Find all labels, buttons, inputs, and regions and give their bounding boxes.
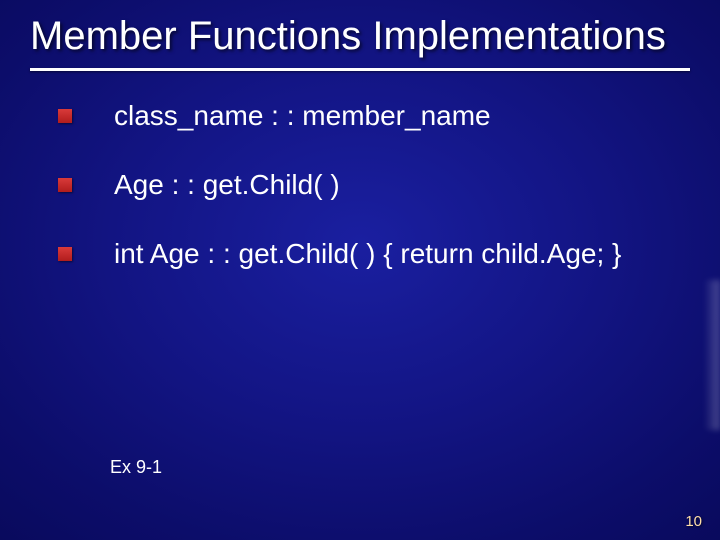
title-underline (30, 68, 690, 71)
bullet-item: Age : : get.Child( ) (58, 167, 680, 202)
bullet-item: class_name : : member_name (58, 98, 680, 133)
body-content: class_name : : member_name Age : : get.C… (58, 98, 680, 291)
square-bullet-icon (58, 247, 72, 261)
example-reference: Ex 9-1 (110, 457, 162, 478)
bullet-text: Age : : get.Child( ) (114, 169, 340, 200)
bullet-text: int Age : : get.Child( ) { return child.… (114, 238, 621, 269)
square-bullet-icon (58, 178, 72, 192)
bullet-text: class_name : : member_name (114, 100, 491, 131)
slide-title: Member Functions Implementations (30, 14, 700, 59)
bullet-item: int Age : : get.Child( ) { return child.… (58, 236, 680, 271)
square-bullet-icon (58, 109, 72, 123)
slide: Member Functions Implementations class_n… (0, 0, 720, 540)
page-number: 10 (685, 513, 702, 530)
decorative-edge-glow (704, 280, 720, 430)
